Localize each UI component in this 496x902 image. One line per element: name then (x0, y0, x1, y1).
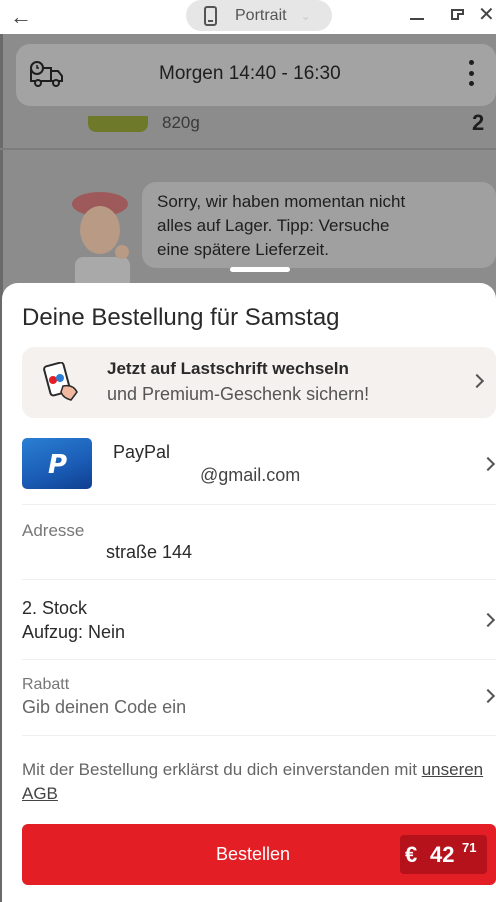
discount-row[interactable]: Rabatt Gib deinen Code ein (22, 675, 496, 733)
floor-row[interactable]: 2. Stock Aufzug: Nein (22, 595, 496, 657)
promo-subtitle: und Premium-Geschenk sichern! (107, 384, 370, 404)
product-price: 2 (472, 110, 485, 135)
discount-label: Rabatt (22, 676, 70, 693)
orientation-label: Portrait (235, 6, 287, 24)
order-button[interactable]: Bestellen € 42 71 (22, 824, 496, 885)
phone-icon (204, 5, 217, 26)
sheet-drag-handle[interactable] (230, 267, 290, 272)
payment-method-name: PayPal (113, 442, 171, 462)
payment-method-row[interactable]: P PayPal @gmail.com (22, 433, 496, 493)
restore-icon[interactable] (451, 9, 464, 20)
close-icon[interactable]: ✕ (478, 2, 495, 27)
divider (22, 579, 496, 580)
bubble-line: alles auf Lager. Tipp: Versuche (157, 216, 390, 235)
terms-text: Mit der Bestellung erklärst du dich einv… (22, 760, 417, 779)
chevron-right-icon (480, 612, 496, 628)
delivery-time: Morgen 14:40 - 16:30 (159, 63, 341, 84)
order-button-label: Bestellen (216, 844, 291, 864)
divider (22, 735, 496, 736)
bubble-line: eine spätere Lieferzeit. (157, 240, 329, 259)
orientation-selector[interactable]: Portrait ⌄ (186, 0, 332, 31)
product-weight: 820g (162, 113, 200, 132)
address-label: Adresse (22, 521, 85, 540)
price-whole: 42 (430, 842, 455, 867)
floor-value: 2. Stock (22, 598, 88, 618)
divider (22, 659, 496, 660)
promo-title: Jetzt auf Lastschrift wechseln (107, 359, 349, 378)
delivery-header[interactable]: Morgen 14:40 - 16:30 (16, 44, 496, 106)
discount-code-hint: Gib deinen Code ein (22, 697, 187, 717)
delivery-truck-icon (30, 61, 63, 87)
bubble-line: Sorry, wir haben momentan nicht (157, 192, 406, 211)
elevator-value: Aufzug: Nein (22, 622, 126, 642)
back-arrow-icon[interactable]: ← (10, 4, 32, 30)
order-bottom-sheet: Deine Bestellung für Samstag Jetzt auf L… (2, 283, 496, 902)
more-vertical-icon[interactable] (468, 60, 474, 86)
sheet-title: Deine Bestellung für Samstag (22, 304, 340, 331)
chevron-right-icon (480, 688, 496, 704)
payment-email: @gmail.com (200, 465, 301, 485)
order-total-badge: € 42 71 (400, 835, 487, 874)
chevron-right-icon (480, 456, 496, 472)
terms-notice: Mit der Bestellung erklärst du dich einv… (22, 758, 492, 806)
product-image (88, 116, 148, 132)
cards-gift-icon (43, 362, 78, 401)
emulator-toolbar: ← Portrait ⌄ ✕ (0, 0, 496, 34)
price-currency: € (405, 842, 418, 867)
address-row[interactable]: Adresse straße 144 (22, 518, 496, 578)
minimize-icon[interactable] (410, 18, 424, 20)
divider (0, 148, 496, 150)
price-cents: 71 (462, 840, 477, 855)
divider (22, 504, 496, 505)
direct-debit-promo[interactable]: Jetzt auf Lastschrift wechseln und Premi… (22, 347, 496, 418)
stock-notice-bubble: Sorry, wir haben momentan nicht alles au… (142, 182, 496, 268)
paypal-logo-icon: P (22, 438, 92, 489)
chevron-right-icon (469, 373, 485, 389)
address-value: straße 144 (106, 542, 193, 562)
chevron-down-icon: ⌄ (300, 8, 311, 23)
